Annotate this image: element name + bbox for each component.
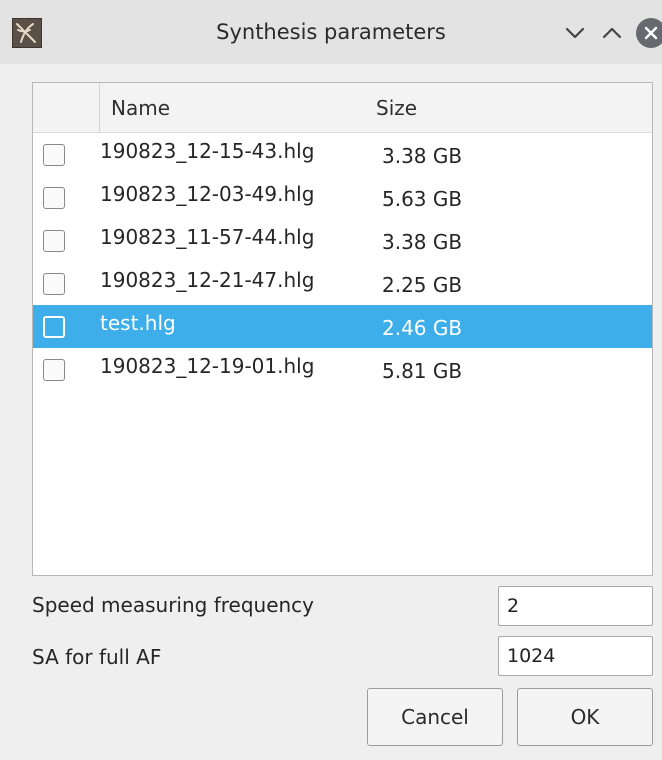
minimize-button[interactable] [560, 18, 590, 48]
file-name: 190823_12-03-49.hlg [100, 182, 315, 206]
file-list[interactable]: Name Size 190823_12-15-43.hlg 3.38 GB 19… [32, 82, 653, 576]
list-item[interactable]: 190823_12-03-49.hlg 5.63 GB [33, 176, 652, 219]
row-checkbox[interactable] [43, 316, 65, 338]
sa-full-af-label: SA for full AF [32, 645, 162, 669]
list-item[interactable]: 190823_11-57-44.hlg 3.38 GB [33, 219, 652, 262]
file-size: 5.81 GB [382, 359, 463, 383]
row-checkbox[interactable] [43, 230, 65, 252]
file-size: 3.38 GB [382, 230, 463, 254]
list-item[interactable]: 190823_12-21-47.hlg 2.25 GB [33, 262, 652, 305]
file-name: 190823_12-15-43.hlg [100, 139, 315, 163]
list-header: Name Size [33, 83, 652, 133]
list-item[interactable]: 190823_12-15-43.hlg 3.38 GB [33, 133, 652, 176]
speed-frequency-input[interactable] [498, 586, 653, 626]
file-name: 190823_12-19-01.hlg [100, 354, 315, 378]
dialog-window: Synthesis parameters Name Size 190823_12… [0, 0, 662, 760]
column-header-name[interactable]: Name [111, 83, 170, 133]
file-name: 190823_11-57-44.hlg [100, 225, 315, 249]
row-checkbox[interactable] [43, 144, 65, 166]
maximize-button[interactable] [597, 18, 627, 48]
title-bar[interactable]: Synthesis parameters [0, 0, 662, 64]
close-button[interactable] [636, 18, 662, 48]
file-size: 2.25 GB [382, 273, 463, 297]
file-name: 190823_12-21-47.hlg [100, 268, 315, 292]
row-checkbox[interactable] [43, 359, 65, 381]
row-checkbox[interactable] [43, 187, 65, 209]
file-size: 2.46 GB [382, 316, 463, 340]
column-header-size[interactable]: Size [376, 83, 417, 133]
close-icon [644, 26, 658, 40]
ok-button[interactable]: OK [517, 688, 653, 746]
file-size: 3.38 GB [382, 144, 463, 168]
list-item[interactable]: 190823_12-19-01.hlg 5.81 GB [33, 348, 652, 391]
list-item-selected[interactable]: test.hlg 2.46 GB [33, 305, 652, 348]
speed-frequency-label: Speed measuring frequency [32, 593, 315, 617]
cancel-button[interactable]: Cancel [367, 688, 503, 746]
header-separator [99, 83, 100, 133]
file-size: 5.63 GB [382, 187, 463, 211]
chevron-down-icon [565, 27, 585, 39]
chevron-up-icon [602, 27, 622, 39]
sa-full-af-input[interactable] [498, 636, 653, 676]
file-name: test.hlg [100, 311, 176, 335]
row-checkbox[interactable] [43, 273, 65, 295]
